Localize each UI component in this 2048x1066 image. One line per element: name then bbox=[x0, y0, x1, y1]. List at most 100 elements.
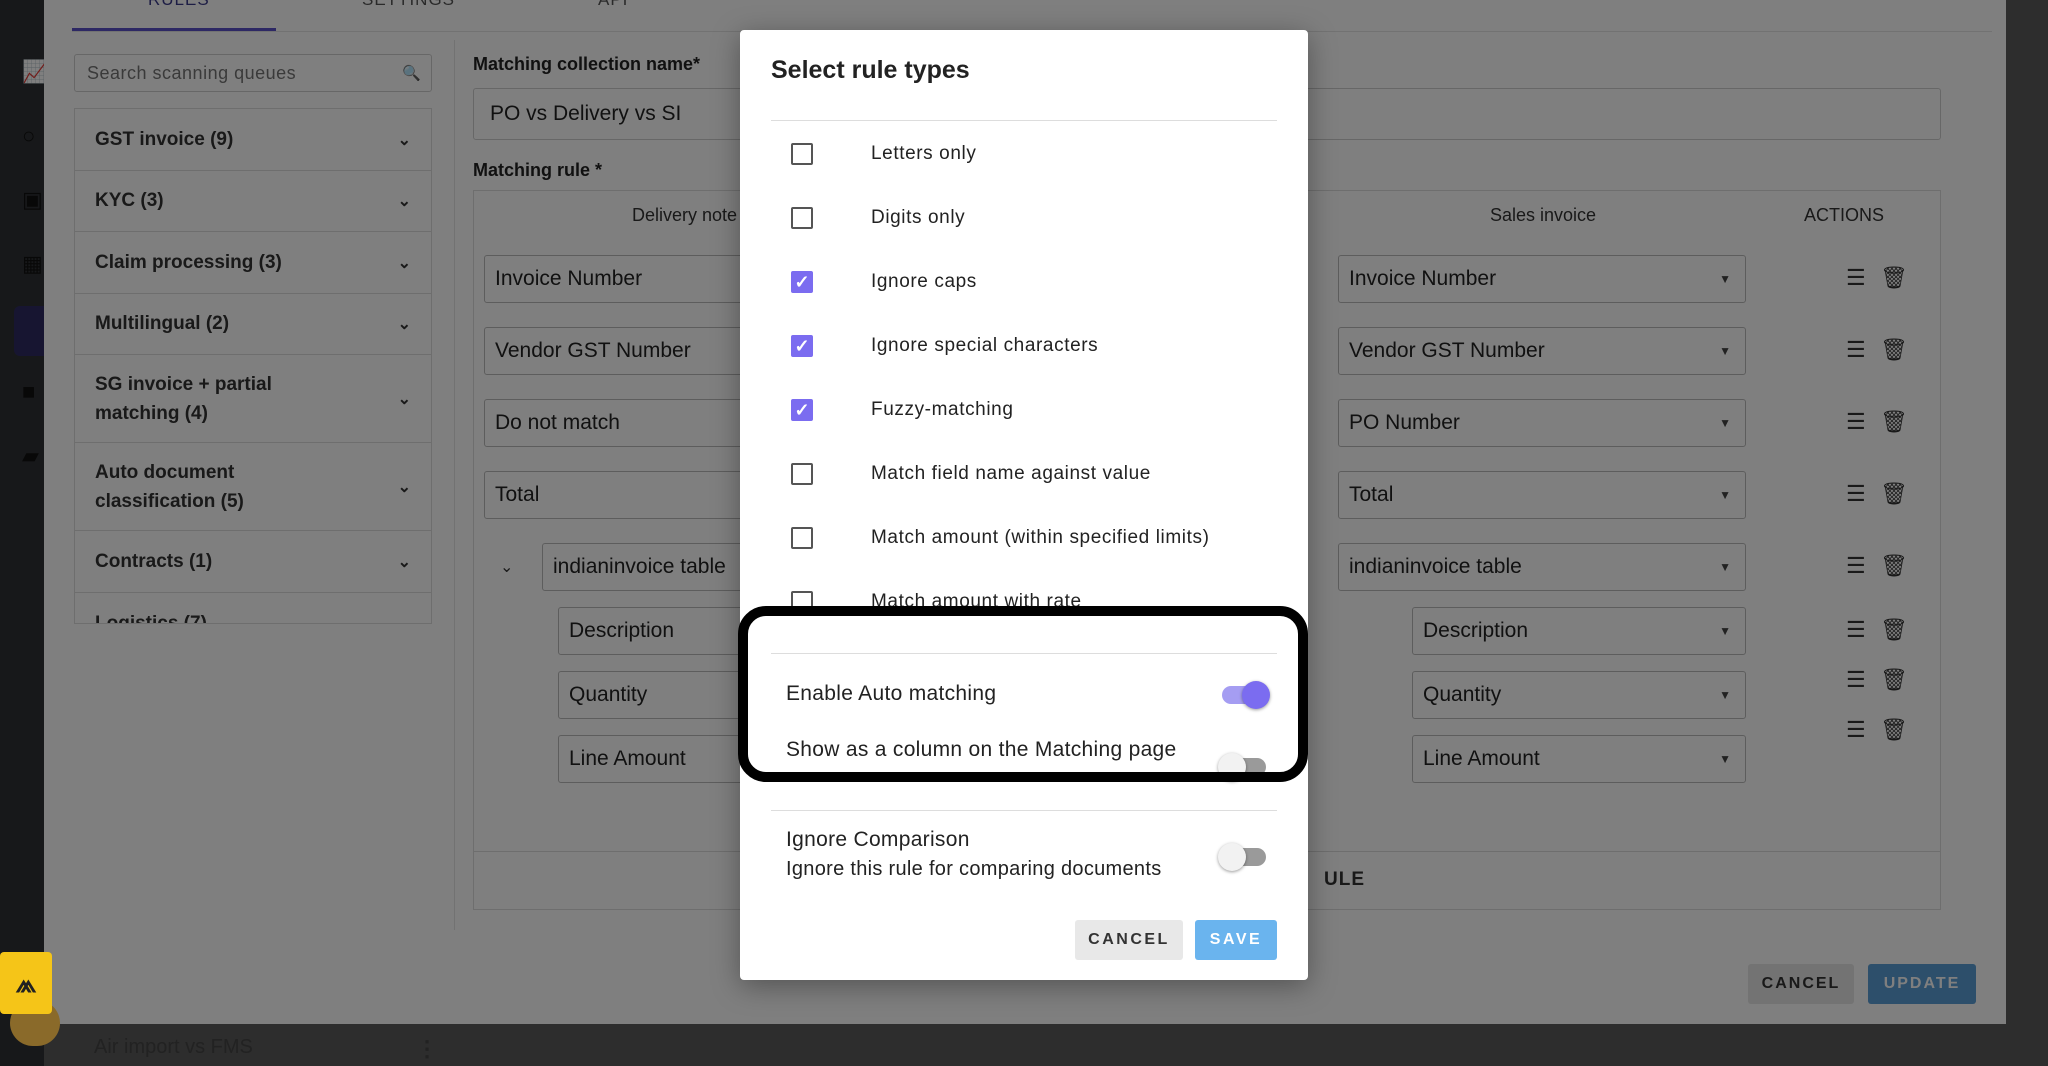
stop-icon[interactable]: ■ bbox=[22, 380, 46, 404]
matching-icon[interactable] bbox=[14, 306, 44, 356]
queue-label: Multilingual (2) bbox=[95, 313, 230, 334]
row-actions: ☰ 🗑 bbox=[1846, 617, 1914, 643]
checkbox[interactable] bbox=[791, 207, 813, 229]
trash-icon[interactable]: 🗑 bbox=[1880, 553, 1914, 579]
documents-icon[interactable]: ▣ bbox=[22, 188, 46, 212]
checkbox[interactable] bbox=[791, 527, 813, 549]
chevron-down-icon[interactable]: ⌄ bbox=[500, 557, 513, 577]
app-sidebar: 📈 ○ ▣ ▦ ■ ▰ bbox=[0, 0, 49, 1066]
option-ignore-caps[interactable]: ✓ Ignore caps bbox=[771, 262, 1277, 302]
dialog-title: Select rule types bbox=[771, 56, 970, 84]
dialog-cancel-button[interactable]: CANCEL bbox=[1075, 920, 1183, 960]
column-header-delivery: Delivery note bbox=[632, 205, 738, 225]
show-column-switch[interactable] bbox=[1218, 753, 1266, 781]
switch-knob bbox=[1242, 681, 1270, 709]
collection-name-label: Matching collection name* bbox=[473, 54, 701, 74]
list-icon[interactable]: ☰ bbox=[1846, 409, 1880, 435]
option-label: Ignore special characters bbox=[871, 335, 1099, 356]
queue-item[interactable]: Auto document classification (5) ⌄ bbox=[75, 443, 431, 531]
queue-item[interactable]: Logistics (7) ⌄ bbox=[75, 593, 431, 624]
option-match-amount-rate[interactable]: Match amount with rate bbox=[771, 582, 1277, 622]
queue-item[interactable]: GST invoice (9) ⌄ bbox=[75, 109, 431, 171]
checkbox-checked[interactable]: ✓ bbox=[791, 335, 813, 357]
toggle-description: Ignore this rule for comparing documents bbox=[786, 858, 1162, 880]
queue-label: Auto document classification (5) bbox=[95, 461, 244, 512]
list-icon[interactable]: ☰ bbox=[1846, 265, 1880, 291]
sales-column-select[interactable]: Quantity ▼ bbox=[1412, 671, 1746, 719]
dialog-save-button[interactable]: SAVE bbox=[1195, 920, 1277, 960]
option-match-field-name[interactable]: Match field name against value bbox=[771, 454, 1277, 494]
checkbox[interactable] bbox=[791, 143, 813, 165]
sales-field-select[interactable]: Invoice Number ▼ bbox=[1338, 255, 1746, 303]
chevron-down-icon: ⌄ bbox=[397, 131, 411, 149]
list-icon[interactable]: ☰ bbox=[1846, 667, 1880, 693]
chart-icon[interactable]: 📈 bbox=[22, 60, 49, 84]
queue-item[interactable]: Claim processing (3) ⌄ bbox=[75, 232, 431, 294]
dropdown-arrow-icon: ▼ bbox=[1719, 752, 1731, 766]
tab-settings[interactable]: SETTINGS bbox=[362, 0, 455, 10]
sales-column-select[interactable]: Line Amount ▼ bbox=[1412, 735, 1746, 783]
option-fuzzy-matching[interactable]: ✓ Fuzzy-matching bbox=[771, 390, 1277, 430]
queue-item[interactable]: Multilingual (2) ⌄ bbox=[75, 294, 431, 355]
checkbox[interactable] bbox=[791, 591, 813, 613]
field-value: Invoice Number bbox=[1349, 267, 1497, 290]
calendar-icon[interactable]: ▦ bbox=[22, 252, 46, 276]
field-value: Quantity bbox=[1423, 683, 1502, 706]
divider bbox=[771, 810, 1277, 811]
checkbox[interactable] bbox=[791, 463, 813, 485]
row-actions: ☰ 🗑 bbox=[1846, 717, 1914, 743]
field-value: indianinvoice table bbox=[1349, 555, 1522, 578]
option-label: Fuzzy-matching bbox=[871, 399, 1014, 420]
queue-item[interactable]: Contracts (1) ⌄ bbox=[75, 531, 431, 593]
trash-icon[interactable]: 🗑 bbox=[1880, 481, 1914, 507]
row-actions: ☰ 🗑 bbox=[1846, 265, 1914, 291]
option-ignore-special-characters[interactable]: ✓ Ignore special characters bbox=[771, 326, 1277, 366]
sales-table-select[interactable]: indianinvoice table ▼ bbox=[1338, 543, 1746, 591]
queue-label: SG invoice + partial matching (4) bbox=[95, 373, 272, 424]
dropdown-arrow-icon: ▼ bbox=[1719, 688, 1731, 702]
list-icon[interactable]: ☰ bbox=[1846, 617, 1880, 643]
trash-icon[interactable]: 🗑 bbox=[1880, 617, 1914, 643]
field-value: Total bbox=[1349, 483, 1394, 506]
queue-label: Claim processing (3) bbox=[95, 251, 282, 273]
collection-list-item[interactable]: Air import vs FMS bbox=[94, 1036, 253, 1059]
auto-matching-switch[interactable] bbox=[1222, 681, 1270, 709]
option-digits-only[interactable]: Digits only bbox=[771, 198, 1277, 238]
more-vertical-icon[interactable]: ⋮ bbox=[416, 1036, 438, 1062]
chat-icon[interactable]: ▰ bbox=[22, 444, 46, 468]
option-letters-only[interactable]: Letters only bbox=[771, 134, 1277, 174]
queue-item[interactable]: KYC (3) ⌄ bbox=[75, 171, 431, 232]
queue-item[interactable]: SG invoice + partial matching (4) ⌄ bbox=[75, 355, 431, 443]
list-icon[interactable]: ☰ bbox=[1846, 481, 1880, 507]
tab-api[interactable]: API bbox=[598, 0, 628, 10]
option-match-amount-limits[interactable]: Match amount (within specified limits) bbox=[771, 518, 1277, 558]
cancel-button[interactable]: CANCEL bbox=[1748, 964, 1854, 1004]
sales-field-select[interactable]: PO Number ▼ bbox=[1338, 399, 1746, 447]
search-icon[interactable]: 🔍 bbox=[402, 64, 421, 82]
chevron-down-icon: ⌄ bbox=[397, 390, 411, 408]
trash-icon[interactable]: 🗑 bbox=[1880, 265, 1914, 291]
trash-icon[interactable]: 🗑 bbox=[1880, 717, 1914, 743]
app-logo-icon[interactable]: ⩕ bbox=[0, 952, 52, 1014]
tab-rules[interactable]: RULES bbox=[148, 0, 210, 10]
sales-field-select[interactable]: Vendor GST Number ▼ bbox=[1338, 327, 1746, 375]
row-actions: ☰ 🗑 bbox=[1846, 481, 1914, 507]
trash-icon[interactable]: 🗑 bbox=[1880, 667, 1914, 693]
sales-column-select[interactable]: Description ▼ bbox=[1412, 607, 1746, 655]
search-icon[interactable]: ○ bbox=[22, 124, 46, 148]
list-icon[interactable]: ☰ bbox=[1846, 717, 1880, 743]
search-input[interactable] bbox=[75, 55, 385, 91]
update-button[interactable]: UPDATE bbox=[1868, 964, 1976, 1004]
ignore-comparison-switch[interactable] bbox=[1218, 843, 1266, 871]
trash-icon[interactable]: 🗑 bbox=[1880, 337, 1914, 363]
checkbox-checked[interactable]: ✓ bbox=[791, 399, 813, 421]
active-tab-indicator bbox=[72, 28, 276, 31]
add-rule-button[interactable]: ULE bbox=[1324, 869, 1365, 891]
trash-icon[interactable]: 🗑 bbox=[1880, 409, 1914, 435]
sales-field-select[interactable]: Total ▼ bbox=[1338, 471, 1746, 519]
list-icon[interactable]: ☰ bbox=[1846, 337, 1880, 363]
option-label: Letters only bbox=[871, 143, 977, 164]
field-value: PO Number bbox=[1349, 411, 1460, 434]
list-icon[interactable]: ☰ bbox=[1846, 553, 1880, 579]
checkbox-checked[interactable]: ✓ bbox=[791, 271, 813, 293]
